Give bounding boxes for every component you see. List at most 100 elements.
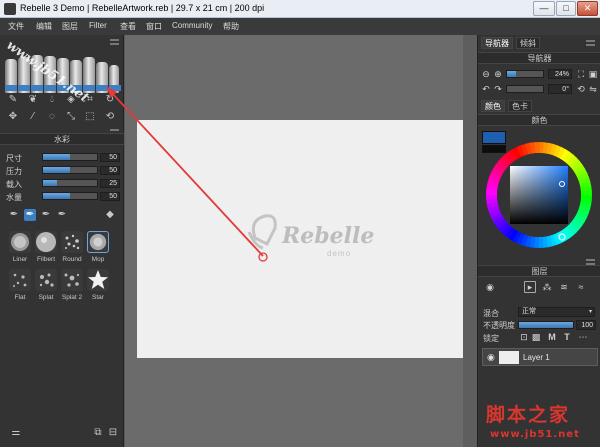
load-value[interactable]: 25 [100,179,120,188]
menu-bar: 文件 编辑 图层 Filter 查看 窗口 Community 帮助 [0,18,600,35]
rotate-icon[interactable]: ↻ [104,94,116,106]
flip-icon[interactable]: ⇋ [587,83,599,95]
color-panel-title: 颜色 [478,114,600,126]
reset-rotation-icon[interactable]: ⟲ [575,83,587,95]
wet-brush-icon[interactable]: ✒ [24,209,36,221]
water-value[interactable]: 50 [100,192,120,201]
tab-color[interactable]: 颜色 [481,100,505,112]
menu-window[interactable]: 窗口 [146,21,162,32]
brush-preset[interactable]: Filbert [34,231,58,267]
grip-icon [110,39,119,45]
paint-mode-icon[interactable]: ✒ [8,209,20,221]
brush-preset[interactable]: Liner [8,231,32,267]
actual-size-icon[interactable]: ▣ [587,68,599,80]
menu-edit[interactable]: 编辑 [36,21,52,32]
water-slider[interactable] [42,192,98,200]
slider-label: 载入 [6,180,22,189]
maximize-button[interactable]: □ [556,1,576,16]
menu-file[interactable]: 文件 [8,21,24,32]
layer-name[interactable]: Layer 1 [523,353,550,362]
layer-options-icon[interactable]: ⋯ [577,331,589,343]
rotation-value[interactable]: 0° [548,84,572,94]
size-slider[interactable] [42,153,98,161]
rotate-left-icon[interactable]: ↶ [480,83,492,95]
tube-stripe [31,85,43,91]
eye-icon[interactable]: ◉ [487,352,495,363]
brush-icon[interactable]: ❦ [27,94,39,106]
layer-row[interactable]: ◉ Layer 1 [482,348,598,366]
menu-view[interactable]: 查看 [120,21,136,32]
tracing-button[interactable]: T [561,331,573,343]
opacity-value[interactable]: 100 [576,320,596,330]
opacity-slider[interactable] [518,321,574,329]
size-value[interactable]: 50 [100,153,120,162]
zoom-out-icon[interactable]: ⊖ [480,68,492,80]
mask-button[interactable]: M [546,331,558,343]
menu-filter[interactable]: Filter [89,21,107,30]
load-slider[interactable] [42,179,98,187]
watermark-cn-text: 脚本之家 [486,404,571,426]
zoom-in-icon[interactable]: ⊕ [492,68,504,80]
water-drop-icon[interactable]: 💧︎ [46,94,58,106]
menu-layers[interactable]: 图层 [62,21,78,32]
layer-visibility-toggle-icon[interactable]: ◉ [484,281,496,293]
workspace-scroll-strip[interactable] [463,35,477,447]
slider-label: 尺寸 [6,154,22,163]
brush-preset[interactable]: Flat [8,269,32,305]
dry-layer-icon[interactable]: ≋ [558,281,570,293]
menu-community[interactable]: Community [172,21,212,30]
tab-tilt[interactable]: 倾斜 [516,37,540,49]
brush-preset[interactable]: Splat 2 [60,269,84,305]
selection-icon[interactable]: ⬚ [84,111,96,123]
close-button[interactable]: ✕ [577,1,598,16]
play-icon[interactable]: ▸ [524,281,536,293]
chevron-down-icon: ▾ [588,309,592,315]
fit-screen-icon[interactable]: ⛶ [575,68,587,80]
lock-transparency-icon[interactable]: ▩ [530,331,542,343]
lock-icon[interactable]: ⊡ [518,331,530,343]
blend-mode-icon[interactable]: ✒ [40,209,52,221]
delete-brush-icon[interactable]: ⊟ [107,427,119,439]
eraser-mode-icon[interactable]: ◆ [104,209,116,221]
brush-tube-selected[interactable] [109,65,121,93]
blow-icon[interactable]: ◌ [46,111,58,123]
eyedropper-icon[interactable]: ⁄ [27,111,39,123]
brush-preset[interactable]: Star [86,269,110,305]
tube-stripe [18,85,30,91]
layer-thumbnail [499,351,519,364]
brush-preset-selected[interactable]: Mop [86,231,110,267]
minimize-button[interactable]: — [533,1,555,16]
brush-tube[interactable] [83,57,95,93]
rotate-right-icon[interactable]: ↷ [492,83,504,95]
paper-canvas[interactable]: Rebelle demo [137,120,469,358]
rotation-slider[interactable] [506,85,544,93]
new-brush-icon[interactable]: ⧉ [92,427,104,439]
tool-row-1: ✎ ❦ 💧︎ ◈ ⌗ ↻ [0,94,124,110]
grip-icon[interactable] [586,40,595,46]
settings-sliders-icon[interactable]: ⚌ [10,427,22,439]
window-title: Rebelle 3 Demo | RebelleArtwork.reb | 29… [20,3,265,13]
wet-layer-icon[interactable]: ⁂ [541,281,553,293]
tab-navigator[interactable]: 导航器 [481,37,513,49]
zoom-slider[interactable] [506,70,544,78]
brush-tube[interactable] [96,62,108,93]
tab-swatches[interactable]: 色卡 [508,100,532,112]
transform-icon[interactable]: ⤡ [65,111,77,123]
reset-icon[interactable]: ⟲ [104,111,116,123]
brush-preset[interactable]: Splat [34,269,58,305]
canvas-workspace[interactable]: Rebelle demo [125,35,477,447]
brush-preset[interactable]: Round [60,231,84,267]
fast-dry-icon[interactable]: ≈ [575,281,587,293]
pressure-value[interactable]: 50 [100,166,120,175]
pencil-icon[interactable]: ✎ [7,94,19,106]
menu-help[interactable]: 帮助 [223,21,239,32]
blend-label: 混合 [483,309,499,318]
move-icon[interactable]: ✥ [7,111,19,123]
blend-mode-dropdown[interactable]: 正常 ▾ [518,307,595,317]
pressure-slider[interactable] [42,166,98,174]
brush-tube[interactable] [5,59,17,93]
color-wheel[interactable] [484,140,594,250]
smudge-mode-icon[interactable]: ✒ [56,209,68,221]
saturation-value-square[interactable] [510,166,568,224]
zoom-value[interactable]: 24% [548,69,572,79]
